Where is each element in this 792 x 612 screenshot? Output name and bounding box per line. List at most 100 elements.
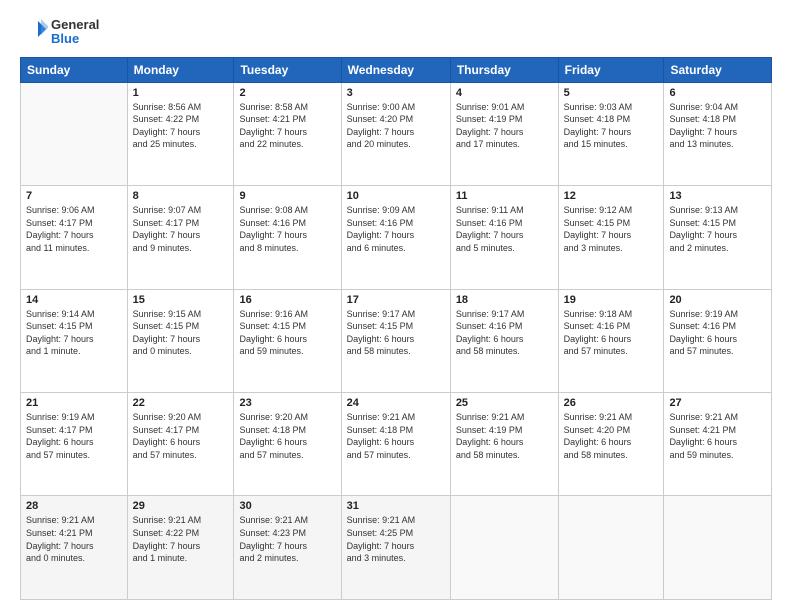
calendar-week-4: 21 Sunrise: 9:19 AM Sunset: 4:17 PM Dayli… <box>21 393 772 496</box>
day-info: Sunrise: 9:12 AM Sunset: 4:15 PM Dayligh… <box>564 204 659 254</box>
calendar-cell: 2Sunrise: 8:58 AM Sunset: 4:21 PM Daylig… <box>234 82 341 185</box>
calendar-cell: 28Sunrise: 9:21 AM Sunset: 4:21 PM Dayli… <box>21 496 128 600</box>
calendar-cell: 11 Sunrise: 9:11 AM Sunset: 4:16 PM Dayli… <box>450 186 558 289</box>
calendar-cell <box>21 82 128 185</box>
day-info: Sunrise: 9:01 AM Sunset: 4:19 PM Dayligh… <box>456 101 553 151</box>
logo: General Blue <box>20 18 99 47</box>
logo-text: General Blue <box>51 18 99 47</box>
calendar-cell <box>450 496 558 600</box>
logo-graphic <box>20 18 48 46</box>
day-number: 26 <box>564 397 659 409</box>
calendar-week-2: 7Sunrise: 9:06 AM Sunset: 4:17 PM Daylig… <box>21 186 772 289</box>
calendar-cell <box>558 496 664 600</box>
calendar-cell <box>664 496 772 600</box>
calendar-cell: 4 Sunrise: 9:01 AM Sunset: 4:19 PM Daylig… <box>450 82 558 185</box>
day-number: 11 <box>456 190 553 202</box>
day-info: Sunrise: 9:18 AM Sunset: 4:16 PM Dayligh… <box>564 308 659 358</box>
calendar-cell: 14 Sunrise: 9:14 AM Sunset: 4:15 PM Dayli… <box>21 289 128 392</box>
calendar-cell: 8 Sunrise: 9:07 AM Sunset: 4:17 PM Daylig… <box>127 186 234 289</box>
day-info: Sunrise: 9:16 AM Sunset: 4:15 PM Dayligh… <box>239 308 335 358</box>
day-info: Sunrise: 9:19 AM Sunset: 4:17 PM Dayligh… <box>26 411 122 461</box>
calendar-cell: 7Sunrise: 9:06 AM Sunset: 4:17 PM Daylig… <box>21 186 128 289</box>
calendar-cell: 24 Sunrise: 9:21 AM Sunset: 4:18 PM Dayli… <box>341 393 450 496</box>
calendar-table: SundayMondayTuesdayWednesdayThursdayFrid… <box>20 57 772 600</box>
day-number: 21 <box>26 397 122 409</box>
day-info: Sunrise: 9:21 AM Sunset: 4:22 PM Dayligh… <box>133 514 229 564</box>
day-header-wednesday: Wednesday <box>341 57 450 82</box>
page: General Blue SundayMondayTuesdayWednesda… <box>0 0 792 612</box>
day-number: 16 <box>239 294 335 306</box>
calendar-week-1: 1Sunrise: 8:56 AM Sunset: 4:22 PM Daylig… <box>21 82 772 185</box>
calendar-cell: 30 Sunrise: 9:21 AM Sunset: 4:23 PM Dayli… <box>234 496 341 600</box>
day-number: 23 <box>239 397 335 409</box>
day-info: Sunrise: 9:07 AM Sunset: 4:17 PM Dayligh… <box>133 204 229 254</box>
calendar-cell: 21 Sunrise: 9:19 AM Sunset: 4:17 PM Dayli… <box>21 393 128 496</box>
day-number: 5 <box>564 87 659 99</box>
calendar-cell: 31Sunrise: 9:21 AM Sunset: 4:25 PM Dayli… <box>341 496 450 600</box>
day-info: Sunrise: 9:20 AM Sunset: 4:17 PM Dayligh… <box>133 411 229 461</box>
header: General Blue <box>20 18 772 47</box>
day-number: 17 <box>347 294 445 306</box>
calendar-cell: 22Sunrise: 9:20 AM Sunset: 4:17 PM Dayli… <box>127 393 234 496</box>
calendar-cell: 5 Sunrise: 9:03 AM Sunset: 4:18 PM Daylig… <box>558 82 664 185</box>
day-info: Sunrise: 8:56 AM Sunset: 4:22 PM Dayligh… <box>133 101 229 151</box>
day-number: 9 <box>239 190 335 202</box>
calendar-cell: 27 Sunrise: 9:21 AM Sunset: 4:21 PM Dayli… <box>664 393 772 496</box>
logo-blue: Blue <box>51 32 99 46</box>
logo-container: General Blue <box>20 18 99 47</box>
day-info: Sunrise: 9:13 AM Sunset: 4:15 PM Dayligh… <box>669 204 766 254</box>
day-number: 18 <box>456 294 553 306</box>
day-info: Sunrise: 9:11 AM Sunset: 4:16 PM Dayligh… <box>456 204 553 254</box>
day-info: Sunrise: 9:06 AM Sunset: 4:17 PM Dayligh… <box>26 204 122 254</box>
day-number: 14 <box>26 294 122 306</box>
day-number: 25 <box>456 397 553 409</box>
day-number: 2 <box>239 87 335 99</box>
calendar-cell: 9Sunrise: 9:08 AM Sunset: 4:16 PM Daylig… <box>234 186 341 289</box>
day-header-monday: Monday <box>127 57 234 82</box>
calendar-cell: 20 Sunrise: 9:19 AM Sunset: 4:16 PM Dayli… <box>664 289 772 392</box>
day-number: 19 <box>564 294 659 306</box>
day-info: Sunrise: 9:09 AM Sunset: 4:16 PM Dayligh… <box>347 204 445 254</box>
day-number: 15 <box>133 294 229 306</box>
day-header-tuesday: Tuesday <box>234 57 341 82</box>
day-info: Sunrise: 9:19 AM Sunset: 4:16 PM Dayligh… <box>669 308 766 358</box>
calendar-week-3: 14 Sunrise: 9:14 AM Sunset: 4:15 PM Dayli… <box>21 289 772 392</box>
calendar-cell: 6Sunrise: 9:04 AM Sunset: 4:18 PM Daylig… <box>664 82 772 185</box>
day-info: Sunrise: 9:04 AM Sunset: 4:18 PM Dayligh… <box>669 101 766 151</box>
day-info: Sunrise: 9:17 AM Sunset: 4:16 PM Dayligh… <box>456 308 553 358</box>
day-number: 24 <box>347 397 445 409</box>
day-number: 3 <box>347 87 445 99</box>
calendar-cell: 3Sunrise: 9:00 AM Sunset: 4:20 PM Daylig… <box>341 82 450 185</box>
calendar-cell: 1Sunrise: 8:56 AM Sunset: 4:22 PM Daylig… <box>127 82 234 185</box>
day-info: Sunrise: 9:03 AM Sunset: 4:18 PM Dayligh… <box>564 101 659 151</box>
day-number: 27 <box>669 397 766 409</box>
day-header-saturday: Saturday <box>664 57 772 82</box>
day-number: 8 <box>133 190 229 202</box>
day-info: Sunrise: 9:21 AM Sunset: 4:23 PM Dayligh… <box>239 514 335 564</box>
calendar-cell: 12Sunrise: 9:12 AM Sunset: 4:15 PM Dayli… <box>558 186 664 289</box>
day-info: Sunrise: 9:21 AM Sunset: 4:19 PM Dayligh… <box>456 411 553 461</box>
day-info: Sunrise: 9:21 AM Sunset: 4:20 PM Dayligh… <box>564 411 659 461</box>
calendar-cell: 10Sunrise: 9:09 AM Sunset: 4:16 PM Dayli… <box>341 186 450 289</box>
calendar-cell: 29Sunrise: 9:21 AM Sunset: 4:22 PM Dayli… <box>127 496 234 600</box>
day-info: Sunrise: 9:15 AM Sunset: 4:15 PM Dayligh… <box>133 308 229 358</box>
day-info: Sunrise: 9:21 AM Sunset: 4:21 PM Dayligh… <box>669 411 766 461</box>
day-info: Sunrise: 9:21 AM Sunset: 4:18 PM Dayligh… <box>347 411 445 461</box>
day-info: Sunrise: 9:21 AM Sunset: 4:25 PM Dayligh… <box>347 514 445 564</box>
calendar-cell: 15 Sunrise: 9:15 AM Sunset: 4:15 PM Dayli… <box>127 289 234 392</box>
day-number: 28 <box>26 500 122 512</box>
day-header-friday: Friday <box>558 57 664 82</box>
calendar-cell: 17 Sunrise: 9:17 AM Sunset: 4:15 PM Dayli… <box>341 289 450 392</box>
day-number: 4 <box>456 87 553 99</box>
day-number: 30 <box>239 500 335 512</box>
day-number: 20 <box>669 294 766 306</box>
day-info: Sunrise: 9:17 AM Sunset: 4:15 PM Dayligh… <box>347 308 445 358</box>
calendar-header-row: SundayMondayTuesdayWednesdayThursdayFrid… <box>21 57 772 82</box>
day-info: Sunrise: 9:20 AM Sunset: 4:18 PM Dayligh… <box>239 411 335 461</box>
calendar-cell: 23 Sunrise: 9:20 AM Sunset: 4:18 PM Dayli… <box>234 393 341 496</box>
day-info: Sunrise: 9:14 AM Sunset: 4:15 PM Dayligh… <box>26 308 122 358</box>
calendar-cell: 19 Sunrise: 9:18 AM Sunset: 4:16 PM Dayli… <box>558 289 664 392</box>
day-header-thursday: Thursday <box>450 57 558 82</box>
calendar-cell: 13Sunrise: 9:13 AM Sunset: 4:15 PM Dayli… <box>664 186 772 289</box>
day-header-sunday: Sunday <box>21 57 128 82</box>
